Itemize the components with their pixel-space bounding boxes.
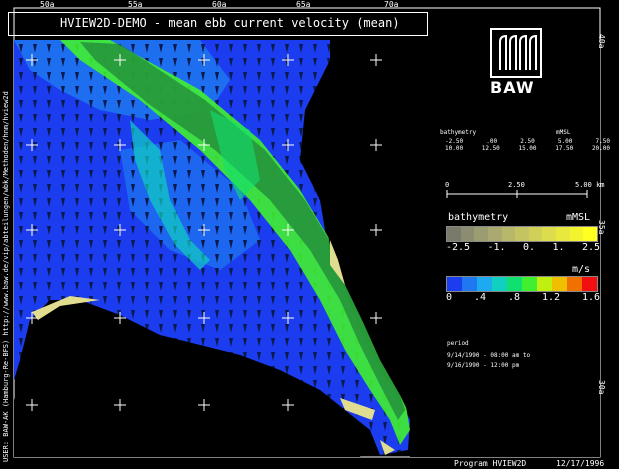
period-label: period	[447, 340, 469, 347]
bathy-value: 7.50	[595, 138, 610, 145]
bathy-tick: 1.	[552, 242, 565, 253]
velocity-tick: 1.6	[581, 292, 600, 303]
top-tick: 65a	[296, 0, 311, 9]
baw-logo-icon	[499, 34, 537, 70]
velocity-tick: .4	[473, 292, 487, 303]
bathymetry-color-swatch	[487, 227, 502, 241]
bathymetry-ticks: -2.5 -1. 0. 1. 2.5	[446, 242, 600, 253]
velocity-color-swatch	[447, 277, 462, 291]
bathymetry-color-swatch	[569, 227, 584, 241]
bathy-value: -2.50	[445, 138, 464, 145]
bathymetry-color-swatch	[542, 227, 557, 241]
hview2d-window: { "title": "HVIEW2D-DEMO - mean ebb curr…	[0, 0, 619, 469]
velocity-color-swatch	[582, 277, 597, 291]
right-tick: 30a	[597, 380, 606, 395]
bathy-table-heading: bathymetry	[440, 129, 477, 136]
scale-label-end: 5.00 km	[575, 181, 605, 189]
bathymetry-color-swatch	[501, 227, 516, 241]
velocity-legend-unit: m/s	[572, 264, 591, 275]
top-tick: 60a	[212, 0, 227, 9]
bathymetry-legend-title: bathymetry	[448, 212, 509, 223]
bathy-tick: -1.	[487, 242, 506, 253]
velocity-color-swatch	[522, 277, 537, 291]
bathy-value: .00	[486, 138, 498, 145]
top-tick: 50a	[40, 0, 55, 9]
bathymetry-color-swatch	[583, 227, 598, 241]
bathymetry-color-swatch	[515, 227, 529, 241]
velocity-color-swatch	[462, 277, 477, 291]
bathymetry-colorbar	[446, 226, 598, 242]
bathy-table-unit: mMSL	[556, 129, 571, 136]
baw-logo	[490, 28, 542, 78]
period-end: 9/16/1990 - 12:00 pm	[447, 362, 520, 369]
bathy-value: 12.50	[481, 145, 500, 152]
bathy-value: 5.00	[557, 138, 573, 145]
bathy-value: 17.50	[555, 145, 574, 152]
bathymetry-color-swatch	[474, 227, 488, 241]
top-tick: 55a	[128, 0, 143, 9]
map-title: HVIEW2D-DEMO - mean ebb current velocity…	[60, 16, 400, 30]
bathy-tick: 0.	[523, 242, 536, 253]
velocity-color-swatch	[552, 277, 567, 291]
bathymetry-color-swatch	[447, 227, 461, 241]
bathy-value: 10.00	[445, 145, 464, 152]
velocity-tick: 1.2	[541, 292, 560, 303]
bathymetry-color-swatch	[528, 227, 543, 241]
bathy-table-row2: 10.00 12.50 15.00 17.50 20.00	[445, 145, 610, 152]
user-info-vertical: USER: BAW-AK (Hamburg-Re-BFS) http://www…	[2, 91, 10, 462]
velocity-tick: 0	[446, 292, 453, 303]
velocity-color-swatch	[567, 277, 582, 291]
top-tick: 70a	[384, 0, 399, 9]
footer-program: Program HVIEW2D	[454, 459, 527, 468]
bathy-value: 20.00	[591, 145, 610, 152]
velocity-color-swatch	[537, 277, 552, 291]
velocity-color-swatch	[507, 277, 522, 291]
bathymetry-color-swatch	[460, 227, 475, 241]
period-start: 9/14/1990 - 08:00 am to	[447, 352, 531, 359]
right-tick: 40a	[597, 34, 606, 49]
velocity-tick: .8	[507, 292, 520, 303]
velocity-colorbar	[446, 276, 598, 292]
velocity-color-swatch	[477, 277, 492, 291]
bathymetry-legend-unit: mMSL	[566, 212, 591, 223]
right-tick: 35a	[597, 220, 606, 235]
footer-date: 12/17/1996	[556, 459, 605, 468]
velocity-ticks: 0 .4 .8 1.2 1.6	[446, 292, 600, 303]
bathy-value: 2.50	[520, 138, 535, 145]
scale-bar	[446, 190, 588, 198]
bathymetry-color-swatch	[556, 227, 570, 241]
bathy-table-row1: -2.50 .00 2.50 5.00 7.50	[445, 138, 610, 145]
bathy-tick: 2.5	[581, 242, 600, 253]
scale-label-mid: 2.50	[508, 181, 525, 189]
bathy-value: 15.00	[518, 145, 537, 152]
scale-label-0: 0	[445, 181, 450, 189]
bathy-tick: -2.5	[446, 242, 471, 253]
velocity-color-swatch	[492, 277, 507, 291]
baw-logo-text: BAW	[490, 78, 535, 97]
